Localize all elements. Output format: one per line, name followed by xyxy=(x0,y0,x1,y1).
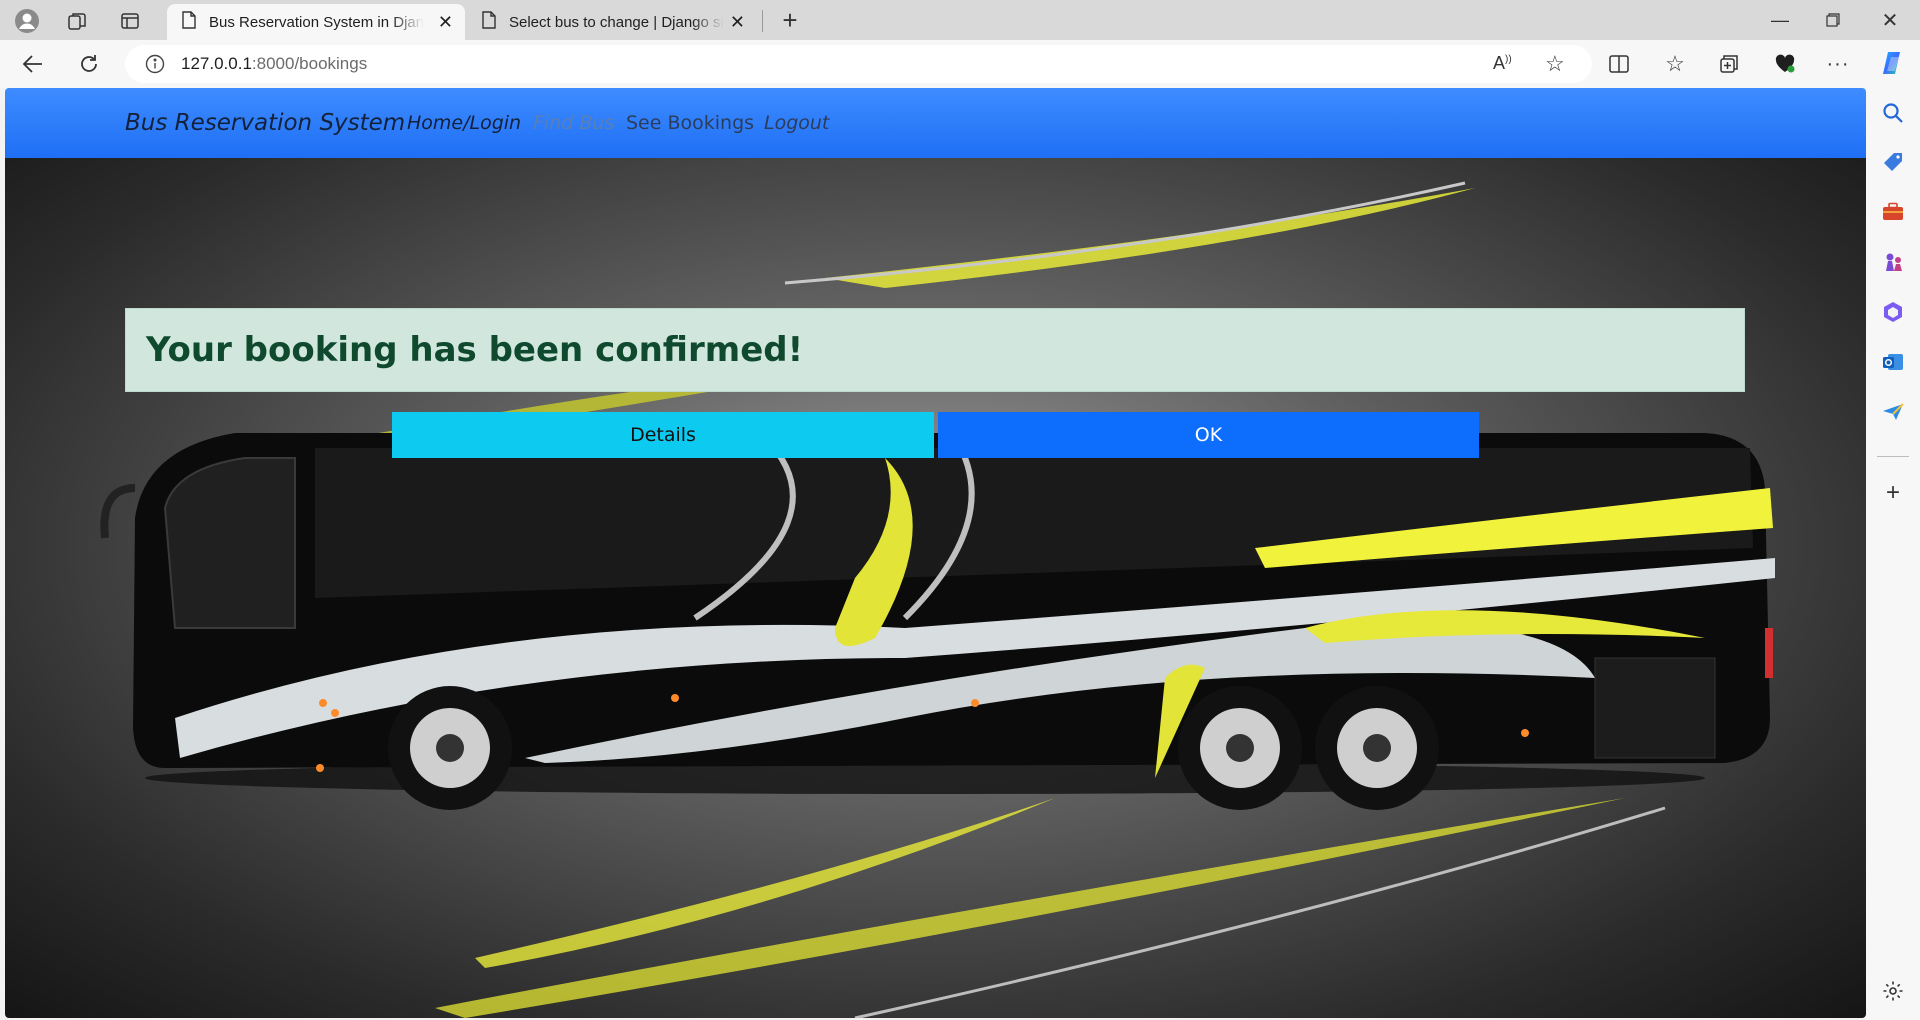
edge-sidebar: + xyxy=(1866,88,1920,1020)
favorites-icon[interactable]: ☆ xyxy=(1660,49,1690,79)
alert-message: Your booking has been confirmed! xyxy=(146,330,804,370)
hero-background: Your booking has been confirmed! Details… xyxy=(5,158,1866,1018)
info-icon[interactable] xyxy=(145,54,165,74)
site-navbar: Bus Reservation System Home/Login Find B… xyxy=(5,88,1866,158)
microsoft-365-icon[interactable] xyxy=(1880,299,1906,325)
ok-button[interactable]: OK xyxy=(938,412,1479,458)
nav-home-login[interactable]: Home/Login xyxy=(407,112,521,134)
minimize-icon[interactable]: — xyxy=(1760,4,1800,36)
browser-toolbar: 127.0.0.1:8000/bookings A)) ☆ ☆ ··· xyxy=(0,40,1920,88)
details-button[interactable]: Details xyxy=(392,412,934,458)
page-icon xyxy=(181,11,197,33)
page-viewport: Bus Reservation System Home/Login Find B… xyxy=(5,88,1866,1018)
url-text: 127.0.0.1:8000/bookings xyxy=(181,54,367,74)
bus-illustration xyxy=(100,181,1775,1018)
read-aloud-icon[interactable]: A)) xyxy=(1493,53,1512,74)
games-chess-icon[interactable] xyxy=(1880,249,1906,275)
tab-title: Bus Reservation System in Django xyxy=(209,13,424,31)
refresh-icon[interactable] xyxy=(74,49,104,79)
close-tab-icon[interactable]: ✕ xyxy=(438,12,453,33)
close-tab-icon[interactable]: ✕ xyxy=(730,12,745,33)
favorite-star-icon[interactable]: ☆ xyxy=(1545,51,1565,77)
search-icon[interactable] xyxy=(1880,100,1906,126)
shopping-tag-icon[interactable] xyxy=(1880,149,1906,175)
tab-bar: Bus Reservation System in Django ✕ Selec… xyxy=(0,0,1920,40)
booking-confirmed-alert: Your booking has been confirmed! xyxy=(125,308,1745,392)
settings-gear-icon[interactable] xyxy=(1880,978,1906,1004)
more-options-icon[interactable]: ··· xyxy=(1823,49,1853,79)
outlook-icon[interactable] xyxy=(1880,349,1906,375)
nav-see-bookings[interactable]: See Bookings xyxy=(626,112,754,134)
tab-divider xyxy=(762,10,763,32)
send-drop-icon[interactable] xyxy=(1880,399,1906,425)
url-path: :8000/bookings xyxy=(251,54,368,73)
vertical-tabs-icon[interactable] xyxy=(115,6,145,36)
back-icon[interactable] xyxy=(18,49,48,79)
wheel xyxy=(388,686,512,810)
sidebar-divider xyxy=(1877,456,1909,457)
tab-title: Select bus to change | Django site admin xyxy=(509,13,724,31)
restore-icon[interactable] xyxy=(1813,4,1853,36)
address-bar[interactable]: 127.0.0.1:8000/bookings A)) ☆ xyxy=(125,45,1592,83)
tab-django-admin[interactable]: Select bus to change | Django site admin… xyxy=(467,4,757,40)
close-window-icon[interactable]: ✕ xyxy=(1870,4,1910,36)
page-icon xyxy=(481,11,497,33)
nav-logout[interactable]: Logout xyxy=(764,112,829,134)
new-tab-icon[interactable]: + xyxy=(775,5,805,35)
tools-briefcase-icon[interactable] xyxy=(1880,199,1906,225)
nav-find-bus[interactable]: Find Bus xyxy=(533,112,614,134)
split-screen-icon[interactable] xyxy=(1604,49,1634,79)
url-host: 127.0.0.1 xyxy=(181,54,252,73)
collections-icon[interactable] xyxy=(1714,49,1744,79)
tab-bus-reservation[interactable]: Bus Reservation System in Django ✕ xyxy=(167,4,465,40)
workspaces-icon[interactable] xyxy=(62,6,92,36)
copilot-icon[interactable] xyxy=(1877,47,1909,79)
site-brand[interactable]: Bus Reservation System xyxy=(125,110,405,136)
browser-essentials-icon[interactable] xyxy=(1770,49,1800,79)
add-sidebar-app-icon[interactable]: + xyxy=(1880,479,1906,506)
profile-icon[interactable] xyxy=(12,6,42,36)
